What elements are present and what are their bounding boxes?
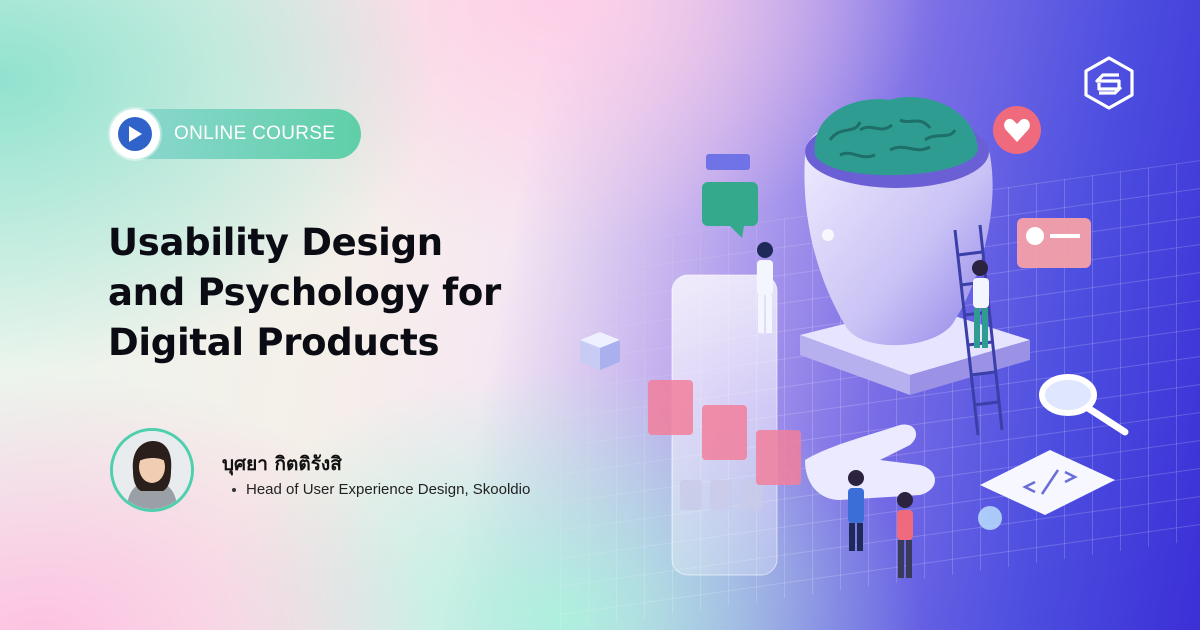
instructor-role: Head of User Experience Design, Skooldio (232, 481, 530, 498)
badge-label: ONLINE COURSE (174, 123, 336, 144)
title-line-1: Usability Design (108, 221, 443, 264)
glow-dot-icon (978, 506, 1002, 530)
instructor-name: บุศยา กิตติรังสิ (222, 453, 342, 475)
cube-icon (580, 332, 620, 370)
play-button[interactable] (110, 109, 160, 159)
instructor-role-text: Head of User Experience Design, Skooldio (246, 481, 531, 498)
profile-card-icon (1017, 218, 1091, 268)
brain-illustration (580, 97, 1129, 578)
play-icon (118, 117, 152, 151)
hand-illustration (805, 424, 935, 500)
magnifier-icon (1039, 374, 1129, 436)
title-line-2: and Psychology for (108, 271, 501, 314)
instructor-avatar (110, 428, 194, 512)
code-card-icon (980, 450, 1115, 515)
heart-icon (993, 106, 1041, 154)
online-course-badge: ONLINE COURSE (110, 109, 361, 159)
course-title: Usability Design and Psychology for Digi… (108, 218, 578, 368)
chat-bubble-icon (702, 154, 758, 238)
bullet-icon (232, 488, 236, 493)
title-line-3: Digital Products (108, 321, 440, 364)
